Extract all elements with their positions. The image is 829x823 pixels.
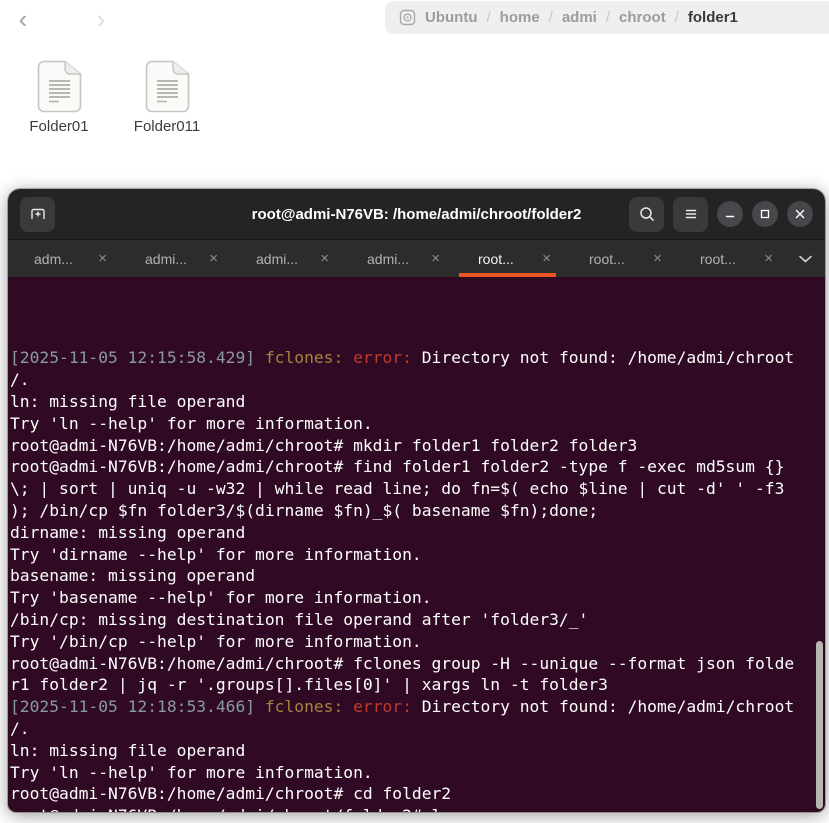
terminal-line: /. <box>10 370 30 390</box>
terminal-tab-1[interactable]: adm... × <box>8 240 119 277</box>
terminal-line: r1 folder2 | jq -r '.groups[].files[0]' … <box>10 675 608 695</box>
terminal-window: root@admi-N76VB: /home/admi/chroot/folde… <box>8 189 825 812</box>
terminal-tab-7[interactable]: root... × <box>674 240 785 277</box>
terminal-line: basename: missing operand <box>10 566 256 586</box>
breadcrumb-item-folder1[interactable]: folder1 <box>688 9 738 26</box>
maximize-button[interactable] <box>752 201 778 227</box>
minimize-icon <box>725 215 735 218</box>
terminal-tab-bar: adm... × admi... × admi... × admi... × root... × r… <box>8 239 825 277</box>
file-label: Folder01 <box>29 118 89 135</box>
back-button[interactable]: ‹ <box>6 2 40 36</box>
terminal-tab-6[interactable]: root... × <box>563 240 674 277</box>
breadcrumb-separator: / <box>486 9 491 26</box>
tab-close-icon[interactable]: × <box>760 249 777 268</box>
breadcrumb-item-ubuntu[interactable]: Ubuntu <box>425 9 477 26</box>
breadcrumb-item-admi[interactable]: admi <box>562 9 597 26</box>
terminal-line: [2025-11-05 12:18:53.466] fclones: error… <box>10 697 795 717</box>
terminal-line: ln: missing file operand <box>10 740 246 760</box>
terminal-line: Try 'ln --help' for more information. <box>10 413 373 433</box>
terminal-tab-5[interactable]: root... × <box>452 240 563 277</box>
terminal-line: root@admi-N76VB:/home/admi/chroot# find … <box>10 457 785 477</box>
file-item-folder011[interactable]: Folder011 <box>122 60 212 135</box>
hamburger-menu-icon <box>685 209 696 219</box>
breadcrumb-separator: / <box>548 9 553 26</box>
search-icon <box>639 207 654 221</box>
terminal-line: dirname: missing operand <box>10 522 246 542</box>
breadcrumb: Ubuntu / home / admi / chroot / folder1 <box>385 1 829 34</box>
forward-button[interactable]: › <box>84 2 118 36</box>
terminal-line: root@admi-N76VB:/home/admi/chroot/folder… <box>10 805 825 812</box>
menu-button[interactable] <box>673 196 708 232</box>
tab-label: admi... <box>367 250 410 267</box>
terminal-line: ln: missing file operand <box>10 391 246 411</box>
terminal-line: /bin/cp: missing destination file operan… <box>10 609 589 629</box>
breadcrumb-separator: / <box>605 9 611 26</box>
terminal-tab-4[interactable]: admi... × <box>341 240 452 277</box>
tab-label: admi... <box>145 250 188 267</box>
file-grid: Folder01 Folder011 <box>14 60 212 135</box>
minimize-button[interactable] <box>717 201 743 227</box>
breadcrumb-item-chroot[interactable]: chroot <box>619 9 666 26</box>
tab-close-icon[interactable]: × <box>649 249 666 268</box>
tab-close-icon[interactable]: × <box>94 249 111 268</box>
terminal-scrollbar-thumb[interactable] <box>816 641 823 809</box>
tab-close-icon[interactable]: × <box>316 249 333 268</box>
back-icon: ‹ <box>18 4 28 34</box>
forward-icon: › <box>96 4 106 34</box>
text-file-icon <box>145 60 189 113</box>
terminal-titlebar[interactable]: root@admi-N76VB: /home/admi/chroot/folde… <box>8 189 825 239</box>
tab-close-icon[interactable]: × <box>538 249 555 268</box>
file-label: Folder011 <box>133 118 201 135</box>
drive-icon <box>399 9 416 26</box>
maximize-icon <box>760 209 770 219</box>
search-button[interactable] <box>629 196 664 232</box>
tab-label: root... <box>700 250 736 267</box>
terminal-title: root@admi-N76VB: /home/admi/chroot/folde… <box>251 205 582 223</box>
new-tab-icon <box>30 208 45 219</box>
terminal-line: Try 'basename --help' for more informati… <box>10 588 432 608</box>
terminal-line: \; | sort | uniq -u -w32 | while read li… <box>10 479 785 499</box>
file-item-folder01[interactable]: Folder01 <box>14 60 104 135</box>
breadcrumb-separator: / <box>674 9 679 26</box>
tab-close-icon[interactable]: × <box>205 249 222 268</box>
tab-label: root... <box>478 250 514 267</box>
close-icon <box>795 209 805 219</box>
terminal-tab-2[interactable]: admi... × <box>119 240 230 277</box>
terminal-line: Try 'ln --help' for more information. <box>10 762 373 782</box>
new-tab-button[interactable] <box>20 196 55 232</box>
tab-label: admi... <box>256 250 299 267</box>
titlebar-controls <box>629 196 813 232</box>
terminal-line: root@admi-N76VB:/home/admi/chroot# fclon… <box>10 653 795 673</box>
terminal-tab-3[interactable]: admi... × <box>230 240 341 277</box>
terminal-line: Try '/bin/cp --help' for more informatio… <box>10 631 422 651</box>
tab-label: root... <box>589 250 625 267</box>
terminal-line: root@admi-N76VB:/home/admi/chroot# cd fo… <box>10 784 452 804</box>
tab-close-icon[interactable]: × <box>427 249 444 268</box>
breadcrumb-item-home[interactable]: home <box>500 9 540 26</box>
terminal-output[interactable]: [2025-11-05 12:15:58.429] fclones: error… <box>8 277 825 812</box>
text-file-icon <box>37 60 81 113</box>
tab-list-chevron-down-icon[interactable] <box>785 240 825 277</box>
terminal-line: /. <box>10 718 30 738</box>
terminal-line: root@admi-N76VB:/home/admi/chroot# mkdir… <box>10 435 638 455</box>
close-button[interactable] <box>787 201 813 227</box>
terminal-line: Try 'dirname --help' for more informatio… <box>10 544 422 564</box>
tab-label: adm... <box>34 250 73 267</box>
terminal-line: [2025-11-05 12:15:58.429] fclones: error… <box>10 348 795 368</box>
terminal-line: ); /bin/cp $fn folder3/$(dirname $fn)_$(… <box>10 500 599 520</box>
